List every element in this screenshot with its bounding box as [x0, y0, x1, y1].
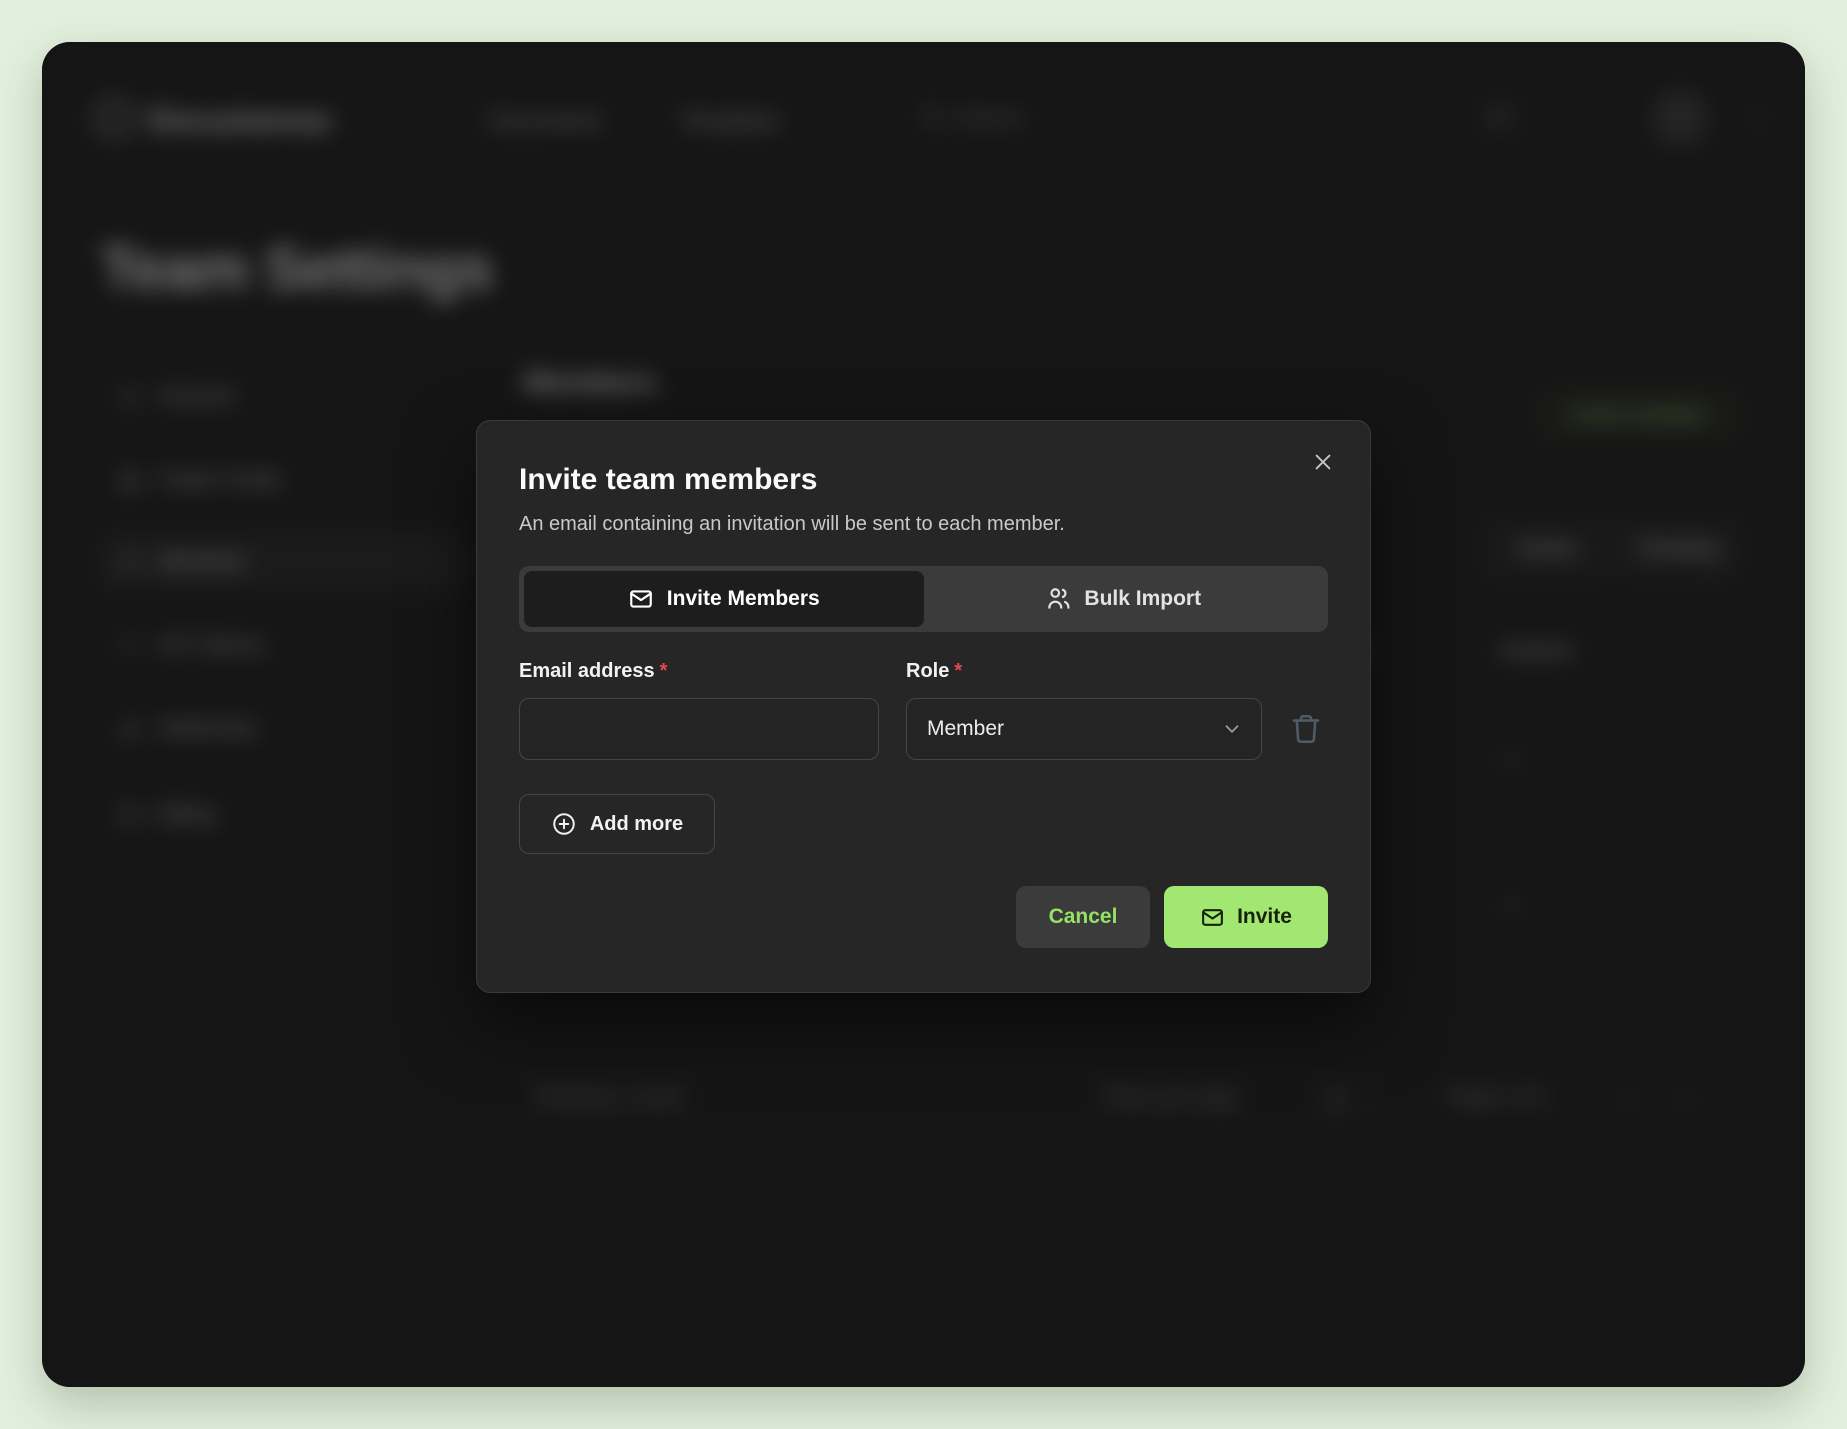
plus-circle-icon	[551, 811, 577, 837]
chevron-down-icon	[1221, 718, 1243, 740]
invite-button[interactable]: Invite	[1164, 886, 1328, 948]
mail-icon	[1200, 905, 1225, 930]
required-marker: *	[660, 660, 668, 682]
role-select-value: Member	[927, 717, 1004, 741]
tab-bulk-import[interactable]: Bulk Import	[924, 571, 1324, 627]
invite-form-row: Email address* Role* Member	[519, 660, 1328, 760]
users-icon	[1045, 586, 1071, 612]
role-label: Role*	[906, 660, 1262, 683]
tab-label: Invite Members	[667, 587, 820, 611]
remove-row-button[interactable]	[1289, 698, 1325, 760]
mail-icon	[628, 586, 654, 612]
invite-team-members-dialog: Invite team members An email containing …	[476, 420, 1371, 993]
dialog-title: Invite team members	[519, 463, 1328, 497]
close-icon	[1312, 451, 1334, 473]
invite-label: Invite	[1237, 905, 1292, 929]
email-address-label: Email address*	[519, 660, 879, 683]
tab-invite-members[interactable]: Invite Members	[524, 571, 924, 627]
dialog-footer: Cancel Invite	[519, 886, 1328, 948]
required-marker: *	[954, 660, 962, 682]
role-select[interactable]: Member	[906, 698, 1262, 760]
dialog-subtitle: An email containing an invitation will b…	[519, 513, 1328, 536]
email-address-input[interactable]	[519, 698, 879, 760]
trash-icon	[1289, 712, 1323, 746]
tab-label: Bulk Import	[1084, 587, 1201, 611]
invite-mode-tabs: Invite Members Bulk Import	[519, 566, 1328, 632]
app-window: Documenso Documents Templates Search ⌘K …	[42, 42, 1805, 1387]
cancel-button[interactable]: Cancel	[1016, 886, 1150, 948]
add-more-label: Add more	[590, 813, 683, 836]
add-more-button[interactable]: Add more	[519, 794, 715, 854]
close-button[interactable]	[1312, 451, 1334, 476]
